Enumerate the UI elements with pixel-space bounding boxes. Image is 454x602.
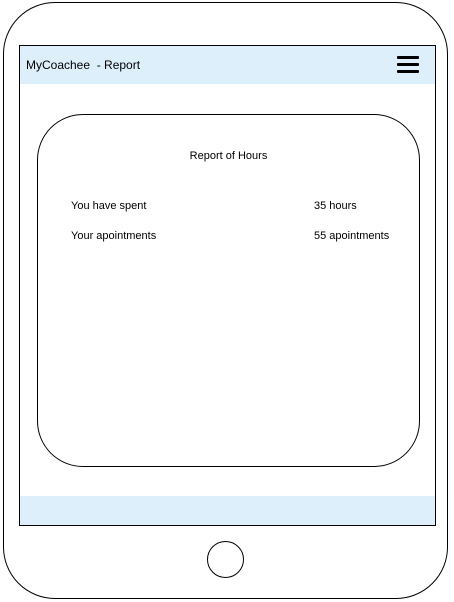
report-title: Report of Hours: [189, 150, 268, 162]
hours-spent-value: 35 hours: [314, 200, 357, 212]
home-button[interactable]: [207, 541, 244, 578]
app-title: MyCoachee - Report: [26, 58, 141, 72]
appointments-label: Your apointments: [71, 230, 157, 242]
hamburger-menu-icon[interactable]: [397, 56, 419, 74]
hours-spent-label: You have spent: [71, 200, 147, 212]
report-card: Report of Hours You have spent 35 hours …: [37, 114, 420, 467]
app-footer: [20, 496, 435, 525]
app-header: MyCoachee - Report: [20, 46, 435, 84]
appointments-value: 55 apointments: [314, 230, 390, 242]
